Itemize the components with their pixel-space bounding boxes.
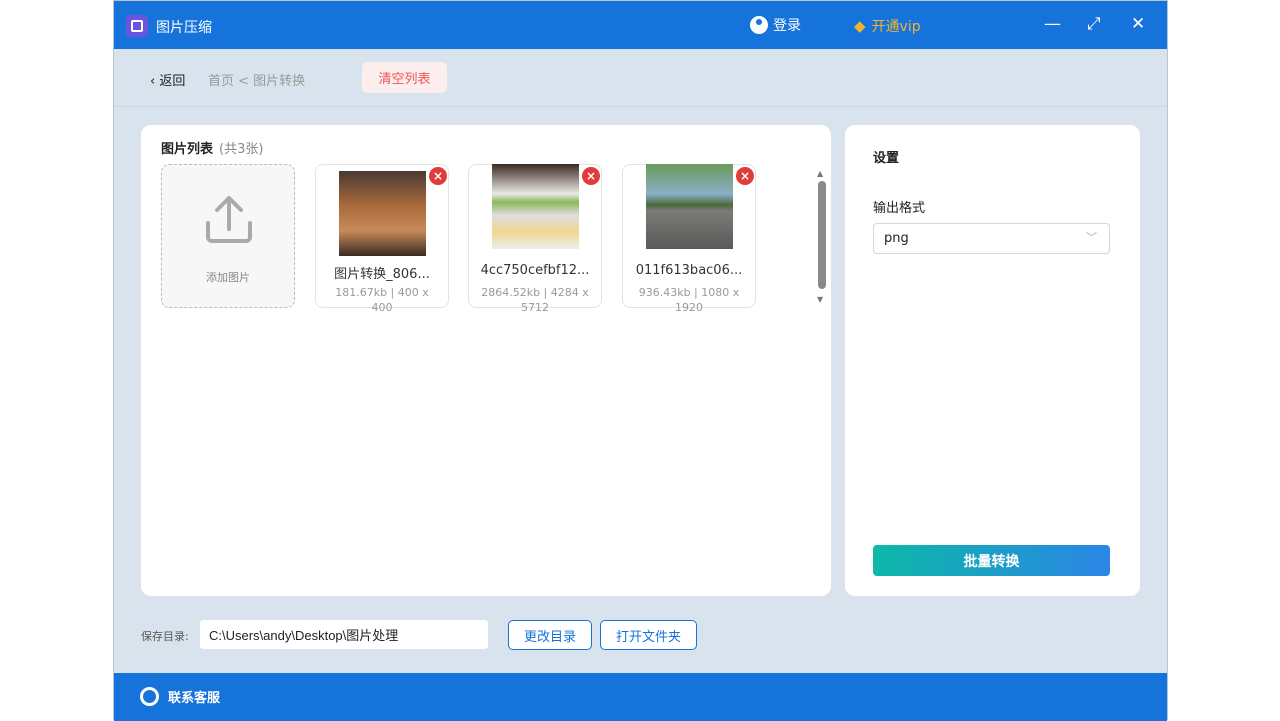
contact-service-button[interactable]: 联系客服 [140, 687, 220, 706]
toolbar: ‹ 返回 首页 < 图片转换 清空列表 [114, 49, 1167, 107]
footer: 联系客服 [114, 673, 1167, 721]
batch-convert-button[interactable]: 批量转换 [873, 545, 1110, 576]
minimize-button[interactable]: — [1044, 14, 1061, 34]
format-label: 输出格式 [873, 197, 925, 216]
back-label: 返回 [159, 74, 185, 89]
image-name: 图片转换_806... [316, 263, 448, 282]
clear-list-button[interactable]: 清空列表 [362, 62, 447, 93]
settings-title: 设置 [873, 147, 899, 166]
remove-image-icon[interactable]: × [582, 167, 600, 185]
maximize-button[interactable]: ⤢ [1087, 14, 1101, 34]
app-window: 图片压缩 登录 ◆ 开通vip — ⤢ ✕ ‹ 返回 首页 < 图片转换 清空列表… [113, 0, 1168, 720]
remove-image-icon[interactable]: × [429, 167, 447, 185]
vip-label: 开通vip [872, 16, 921, 36]
image-card[interactable]: × 011f613bac06... 936.43kb | 1080 x 1920 [622, 164, 756, 308]
image-thumbnail [492, 164, 579, 249]
app-title: 图片压缩 [156, 17, 212, 37]
image-name: 4cc750cefbf12... [469, 263, 601, 278]
login-button[interactable]: 登录 [750, 15, 801, 35]
contact-service-label: 联系客服 [168, 687, 220, 706]
close-button[interactable]: ✕ [1131, 14, 1145, 34]
list-title: 图片列表 (共3张) [161, 138, 263, 157]
format-value: png [884, 231, 909, 246]
image-card[interactable]: × 图片转换_806... 181.67kb | 400 x 400 [315, 164, 449, 308]
image-thumbnail [339, 171, 426, 256]
image-card[interactable]: × 4cc750cefbf12... 2864.52kb | 4284 x 57… [468, 164, 602, 308]
settings-panel: 设置 输出格式 png ﹀ 批量转换 [845, 125, 1140, 596]
remove-image-icon[interactable]: × [736, 167, 754, 185]
change-dir-button[interactable]: 更改目录 [508, 620, 592, 650]
save-dir-input[interactable] [200, 620, 488, 649]
back-button[interactable]: ‹ 返回 [150, 70, 185, 89]
image-list-panel: 图片列表 (共3张) 添加图片 × 图片转换_806... 181.67kb | … [141, 125, 831, 596]
list-scrollbar[interactable]: ▲ ▼ [817, 169, 827, 305]
add-image-button[interactable]: 添加图片 [161, 164, 295, 308]
list-count: (共3张) [219, 142, 263, 157]
image-meta: 181.67kb | 400 x 400 [316, 285, 448, 315]
image-meta: 2864.52kb | 4284 x 5712 [469, 285, 601, 315]
headset-icon [140, 687, 159, 706]
save-dir-label: 保存目录: [141, 628, 189, 644]
title-bar: 图片压缩 登录 ◆ 开通vip — ⤢ ✕ [114, 1, 1167, 49]
user-icon [750, 16, 768, 34]
app-logo-icon [126, 15, 148, 37]
image-name: 011f613bac06... [623, 263, 755, 278]
breadcrumb: 首页 < 图片转换 [208, 70, 305, 89]
vip-button[interactable]: ◆ 开通vip [854, 16, 921, 36]
diamond-icon: ◆ [854, 17, 866, 35]
open-folder-button[interactable]: 打开文件夹 [600, 620, 697, 650]
chevron-down-icon: ﹀ [1086, 229, 1097, 245]
login-label: 登录 [773, 15, 801, 35]
upload-icon [205, 195, 253, 245]
scroll-down-icon[interactable]: ▼ [817, 295, 823, 304]
format-select[interactable]: png ﹀ [873, 223, 1110, 254]
add-image-label: 添加图片 [162, 269, 294, 285]
list-title-text: 图片列表 [161, 142, 213, 157]
scrollbar-thumb[interactable] [818, 181, 826, 289]
image-thumbnail [646, 164, 733, 249]
scroll-up-icon[interactable]: ▲ [817, 169, 823, 178]
image-meta: 936.43kb | 1080 x 1920 [623, 285, 755, 315]
